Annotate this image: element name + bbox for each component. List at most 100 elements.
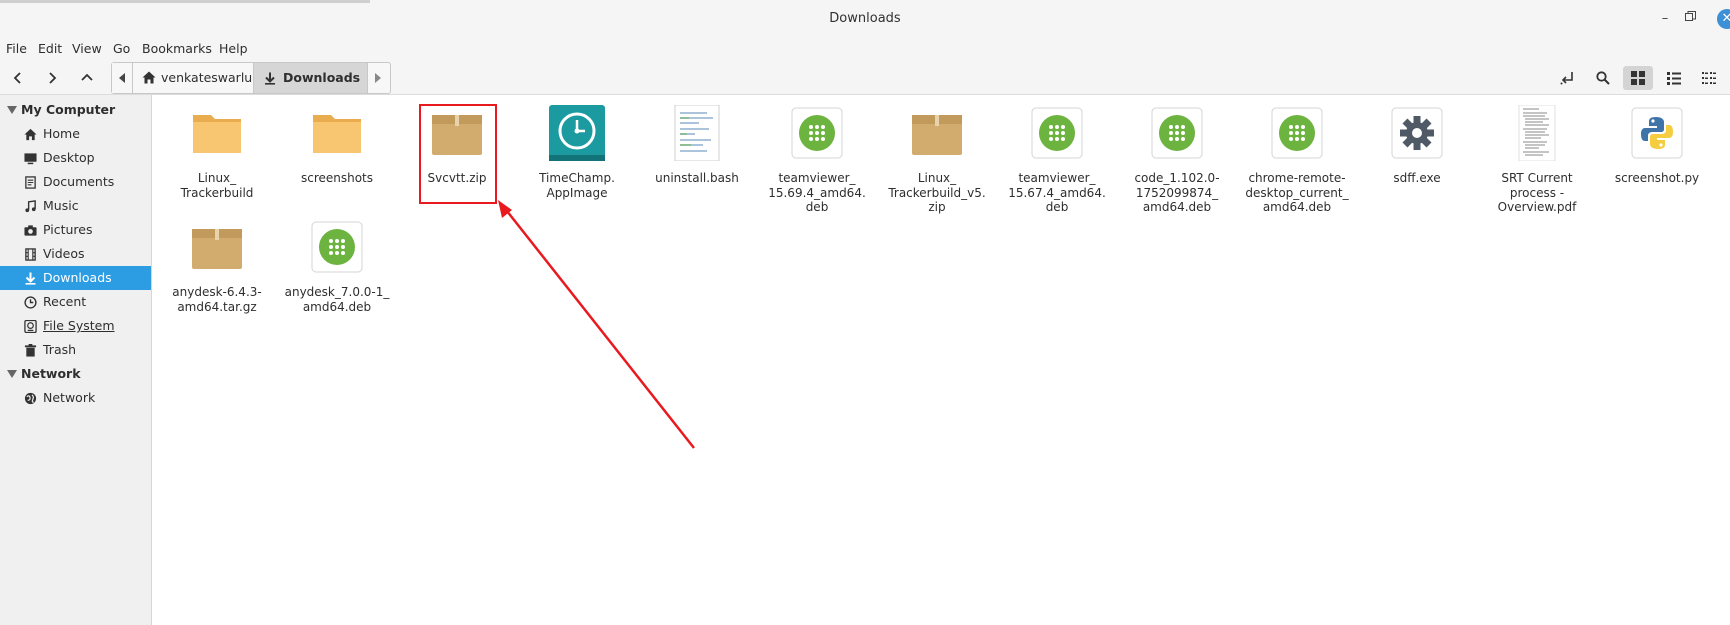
desktop-icon: [24, 153, 37, 165]
compact-view-button[interactable]: [1694, 66, 1724, 90]
deb-package-icon: [311, 221, 363, 273]
expander-icon: [7, 370, 17, 378]
top-strip: [0, 0, 370, 3]
window-title: Downloads: [829, 11, 901, 26]
sidebar-item-videos[interactable]: Videos: [0, 242, 151, 266]
drive-icon: [24, 320, 37, 333]
breadcrumb-home-label: venkateswarlu: [161, 70, 253, 85]
gear-icon: [1391, 107, 1443, 159]
python-icon: [1631, 107, 1683, 159]
home-icon: [24, 128, 37, 141]
up-button[interactable]: [74, 66, 100, 90]
list-view-button[interactable]: [1659, 66, 1689, 90]
trash-icon: [24, 344, 37, 357]
close-window-button[interactable]: ✕: [1717, 9, 1730, 29]
pdf-document-icon: [1518, 105, 1556, 161]
sidebar-section-label: My Computer: [21, 102, 116, 117]
breadcrumb-current[interactable]: Downloads: [253, 63, 368, 93]
folder-icon: [313, 115, 361, 153]
breadcrumb-left-arrow[interactable]: [112, 63, 132, 93]
timechamp-app-icon: [549, 105, 605, 161]
file-name: Linux_ Trackerbuild_v5. zip: [888, 171, 986, 214]
sidebar-section-my-computer[interactable]: My Computer: [0, 98, 151, 122]
sidebar-item-downloads[interactable]: Downloads: [0, 266, 151, 290]
toolbar: venkateswarlu Downloads: [0, 62, 1730, 95]
file-name: uninstall.bash: [655, 171, 739, 185]
sidebar-item-label: Desktop: [43, 150, 95, 165]
triangle-left-icon: [119, 73, 125, 83]
deb-package-icon: [1271, 107, 1323, 159]
icon-view-button[interactable]: [1623, 66, 1653, 90]
sidebar-item-label: Network: [43, 390, 96, 405]
compact-icon: [1702, 72, 1716, 84]
file-name: screenshots: [300, 171, 374, 185]
menu-edit[interactable]: Edit: [38, 41, 62, 56]
menu-bookmarks[interactable]: Bookmarks: [142, 41, 212, 56]
expander-icon: [7, 106, 17, 114]
home-icon: [142, 71, 156, 84]
clock-icon: [24, 296, 37, 309]
sidebar-item-label: Videos: [43, 246, 85, 261]
forward-button[interactable]: [39, 66, 65, 90]
menu-help[interactable]: Help: [219, 41, 248, 56]
breadcrumb: venkateswarlu Downloads: [111, 62, 391, 94]
sidebar: My Computer Home Desktop Documents Music…: [0, 95, 152, 625]
breadcrumb-right-arrow[interactable]: [368, 63, 388, 93]
sidebar-item-label: File System: [43, 318, 115, 333]
sidebar-item-home[interactable]: Home: [0, 122, 151, 146]
file-name: code_1.102.0- 1752099874_ amd64.deb: [1134, 171, 1220, 214]
maximize-button[interactable]: [1682, 11, 1698, 27]
file-name: anydesk-6.4.3- amd64.tar.gz: [172, 285, 262, 314]
chevron-left-icon: [13, 72, 21, 84]
download-icon: [25, 272, 36, 285]
sidebar-item-network[interactable]: Network: [0, 386, 151, 410]
file-name: Linux_ Trackerbuild: [180, 171, 254, 200]
sidebar-item-desktop[interactable]: Desktop: [0, 146, 151, 170]
file-name: anydesk_7.0.0-1_ amd64.deb: [284, 285, 390, 314]
documents-icon: [25, 176, 36, 189]
file-name: TimeChamp. AppImage: [539, 171, 615, 200]
film-icon: [25, 248, 36, 261]
network-icon: [24, 392, 37, 405]
sidebar-item-pictures[interactable]: Pictures: [0, 218, 151, 242]
file-name: sdff.exe: [1393, 171, 1441, 185]
archive-box-icon: [192, 229, 242, 269]
sidebar-item-label: Recent: [43, 294, 87, 309]
file-name: teamviewer_ 15.67.4_amd64. deb: [1008, 171, 1106, 214]
minimize-button[interactable]: –: [1657, 11, 1673, 27]
list-icon: [1667, 72, 1681, 85]
deb-package-icon: [791, 107, 843, 159]
menu-go[interactable]: Go: [113, 41, 130, 56]
music-icon: [25, 200, 36, 213]
sidebar-section-network[interactable]: Network: [0, 362, 151, 386]
sidebar-item-documents[interactable]: Documents: [0, 170, 151, 194]
sidebar-item-label: Home: [43, 126, 80, 141]
sidebar-item-label: Documents: [43, 174, 115, 189]
file-name: chrome-remote- desktop_current_ amd64.de…: [1245, 171, 1349, 214]
toggle-location-button[interactable]: [1553, 66, 1583, 90]
breadcrumb-home[interactable]: venkateswarlu: [132, 63, 253, 93]
sidebar-item-trash[interactable]: Trash: [0, 338, 151, 362]
deb-package-icon: [1031, 107, 1083, 159]
sidebar-item-music[interactable]: Music: [0, 194, 151, 218]
back-button[interactable]: [5, 66, 31, 90]
chevron-up-icon: [81, 73, 93, 81]
triangle-right-icon: [375, 73, 381, 83]
sidebar-item-file-system[interactable]: File System: [0, 314, 151, 338]
grid-icon: [1631, 71, 1645, 85]
sidebar-section-label: Network: [21, 366, 81, 381]
window-titlebar: Downloads – ✕: [0, 0, 1730, 38]
deb-package-icon: [1151, 107, 1203, 159]
menubar: File Edit View Go Bookmarks Help: [0, 38, 1730, 62]
menu-view[interactable]: View: [72, 41, 102, 56]
archive-box-icon: [912, 115, 962, 155]
file-name: teamviewer_ 15.69.4_amd64. deb: [768, 171, 866, 214]
search-button[interactable]: [1588, 66, 1618, 90]
restore-icon: [1684, 11, 1696, 21]
search-icon: [1596, 71, 1610, 85]
annotation-highlight-box: [419, 104, 497, 204]
sidebar-item-label: Trash: [43, 342, 77, 357]
sidebar-item-label: Music: [43, 198, 79, 213]
sidebar-item-recent[interactable]: Recent: [0, 290, 151, 314]
menu-file[interactable]: File: [6, 41, 27, 56]
